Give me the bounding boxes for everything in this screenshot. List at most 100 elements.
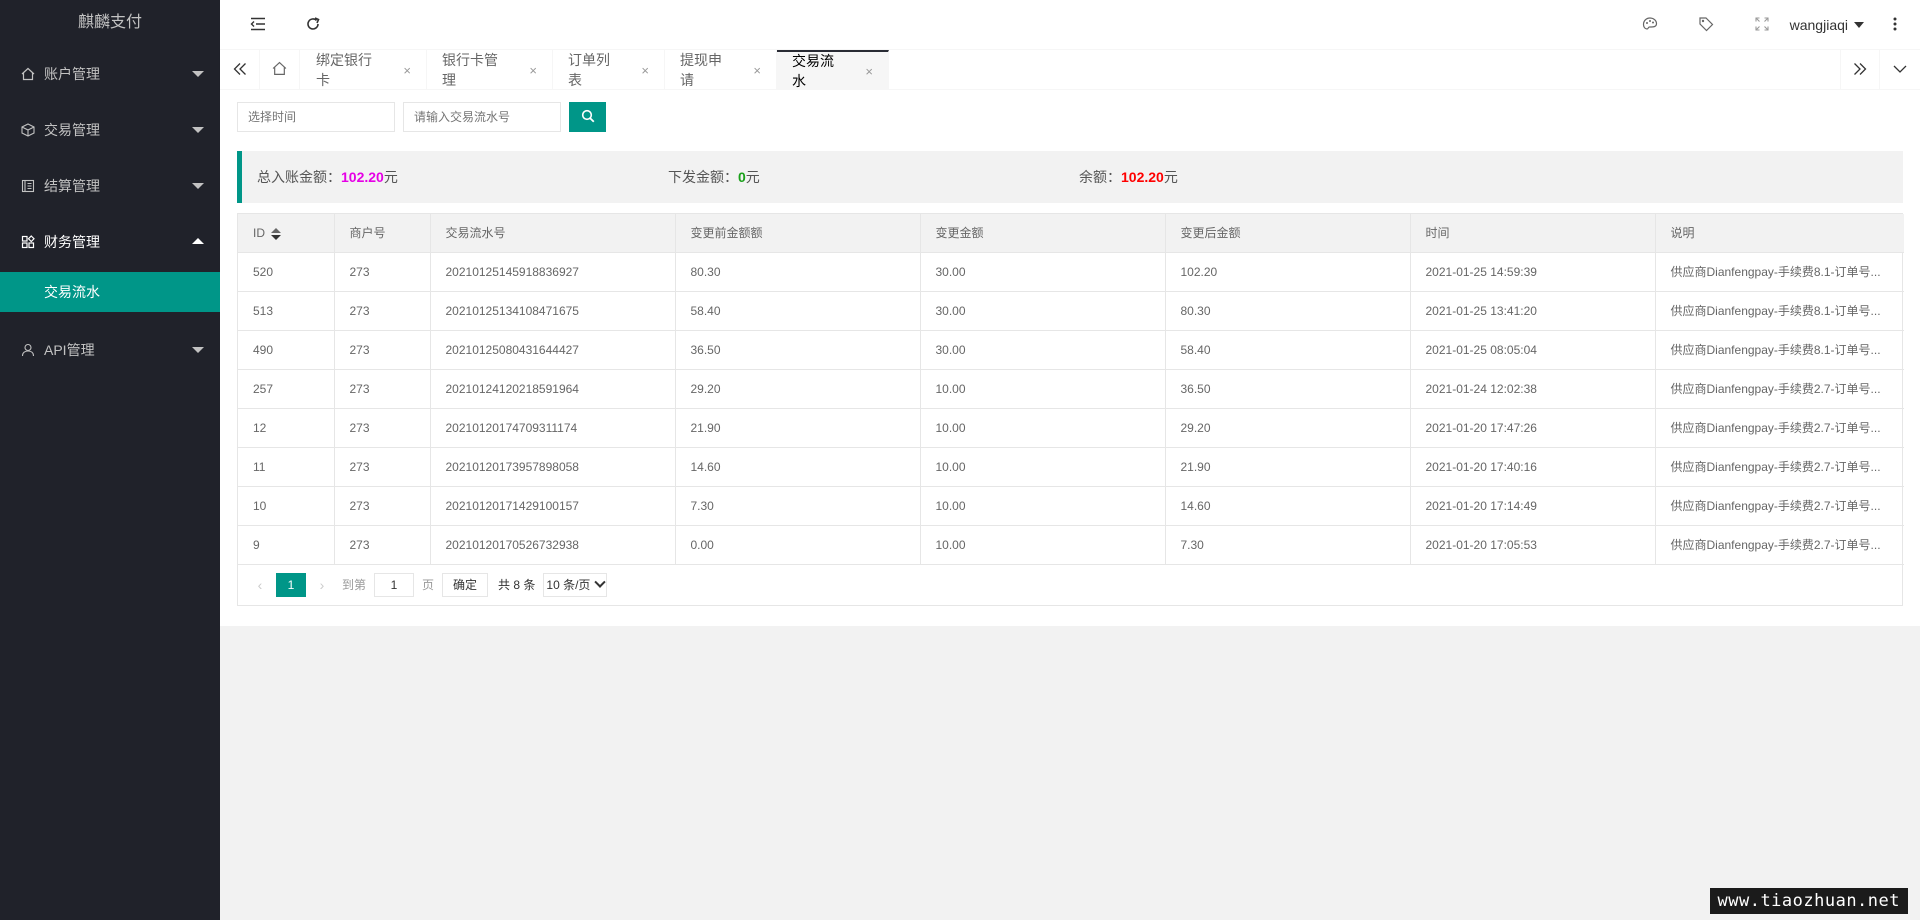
column-header-after-amount: 变更后金额 [1165,214,1411,253]
sidebar-subitem-transaction-flow[interactable]: 交易流水 [0,272,220,312]
sort-icon[interactable] [271,227,281,240]
tab-label: 提现申请 [680,52,722,88]
chevron-down-icon [192,127,204,133]
user-icon [20,342,36,358]
page-size-value: 10 条/页 [546,578,591,592]
cell-before-amount: 36.50 [675,330,921,370]
sidebar-item-api[interactable]: API管理 [0,322,220,378]
tab-withdraw-request[interactable]: 提现申请 × [665,50,777,90]
serial-number-input[interactable] [403,102,561,132]
cell-after-amount: 21.90 [1165,447,1411,487]
tab-bind-bank-card[interactable]: 绑定银行卡 × [301,50,427,90]
user-menu[interactable]: wangjiaqi [1790,0,1864,50]
sidebar-item-settlement[interactable]: 结算管理 [0,158,220,214]
close-icon[interactable]: × [753,63,761,78]
sidebar-item-label: API管理 [44,342,95,358]
chevron-up-icon [192,238,204,244]
tabs-scroll-left-button[interactable] [220,50,260,90]
cell-change-amount: 30.00 [920,252,1166,292]
sidebar-item-account[interactable]: 账户管理 [0,46,220,102]
table-row: 513 273 20210125134108471675 58.40 30.00 80.3… [238,291,1904,331]
cell-after-amount: 14.60 [1165,486,1411,526]
tab-label: 绑定银行卡 [316,52,372,88]
tab-transaction-flow[interactable]: 交易流水 × [777,50,889,90]
apps-icon [20,234,36,250]
transaction-table: ID 商户号 交易流水号 变更前金额额 变更金额 变更后金额 时间 说明 520… [237,213,1904,606]
tab-label: 订单列表 [568,52,610,88]
theme-button[interactable] [1625,0,1675,50]
column-header-description: 说明 [1655,214,1904,253]
sidebar-item-trade[interactable]: 交易管理 [0,102,220,158]
prev-page-icon[interactable]: ‹ [248,573,272,597]
cell-time: 2021-01-20 17:47:26 [1410,408,1656,448]
close-icon[interactable]: × [529,63,537,78]
tabs-scroll-right-button[interactable] [1840,50,1880,90]
page-jump-input[interactable] [374,572,415,597]
tab-home[interactable] [260,50,300,90]
cell-serial: 20210120173957898058 [430,447,676,487]
close-icon[interactable]: × [641,63,649,78]
chevron-down-icon [192,71,204,77]
caret-down-icon [1854,22,1864,28]
cell-description: 供应商Dianfengpay-手续费8.1-订单号... [1655,330,1904,370]
page-number-current[interactable]: 1 [276,572,306,597]
more-button[interactable] [1870,0,1920,50]
ledger-icon [20,178,36,194]
cell-before-amount: 7.30 [675,486,921,526]
tab-bank-card-management[interactable]: 银行卡管理 × [427,50,553,90]
tab-label: 交易流水 [792,53,834,89]
column-header-change-amount: 变更金额 [920,214,1166,253]
table-header-row: ID 商户号 交易流水号 变更前金额额 变更金额 变更后金额 时间 说明 [238,214,1904,253]
cell-time: 2021-01-20 17:40:16 [1410,447,1656,487]
chevron-down-icon [192,183,204,189]
column-header-id[interactable]: ID [238,214,335,253]
fullscreen-button[interactable] [1737,0,1787,50]
cell-description: 供应商Dianfengpay-手续费2.7-订单号... [1655,408,1904,448]
chevron-down-icon [1893,63,1907,77]
cell-time: 2021-01-24 12:02:38 [1410,369,1656,409]
tabs-menu-button[interactable] [1880,50,1920,90]
cell-id: 513 [238,291,335,331]
issued-summary: 下发金额： 0 元 [668,151,760,203]
cell-serial: 20210125080431644427 [430,330,676,370]
cell-before-amount: 21.90 [675,408,921,448]
issued-label: 下发金额： [668,169,738,185]
search-button[interactable] [569,102,606,132]
total-count: 共 8 条 [498,578,536,592]
close-icon[interactable]: × [865,64,873,79]
tag-button[interactable] [1681,0,1731,50]
tab-order-list[interactable]: 订单列表 × [553,50,665,90]
sidebar-item-label: 结算管理 [44,178,100,194]
column-header-serial: 交易流水号 [430,214,676,253]
balance-summary: 总入账金额： 102.20 元 下发金额： 0 元 余额： 102.20 元 [237,151,1903,203]
search-bar [237,102,606,132]
goto-label: 到第 [342,578,367,592]
sidebar-item-finance[interactable]: 财务管理 [0,214,220,270]
time-picker-input[interactable] [237,102,395,132]
table-body: 520 273 20210125145918836927 80.30 30.00 102.… [238,252,1904,565]
cell-id: 9 [238,525,335,565]
toggle-sidebar-button[interactable] [233,0,283,50]
cell-serial: 20210120170526732938 [430,525,676,565]
page-size-select[interactable]: 10 条/页 [543,572,608,597]
column-header-merchant: 商户号 [334,214,431,253]
cell-merchant: 273 [334,369,431,409]
content-panel: 总入账金额： 102.20 元 下发金额： 0 元 余额： 102.20 元 [220,90,1920,626]
total-in-summary: 总入账金额： 102.20 元 [257,151,398,203]
username: wangjiaqi [1789,17,1848,33]
next-page-icon[interactable]: › [310,573,334,597]
search-icon [581,109,595,126]
cell-description: 供应商Dianfengpay-手续费2.7-订单号... [1655,447,1904,487]
close-icon[interactable]: × [403,63,411,78]
currency-unit: 元 [745,169,760,185]
balance-value: 102.20 [1121,169,1164,185]
cell-id: 490 [238,330,335,370]
balance-label: 余额： [1079,169,1121,185]
cell-merchant: 273 [334,252,431,292]
tag-icon [1698,16,1714,35]
cell-merchant: 273 [334,447,431,487]
cell-before-amount: 14.60 [675,447,921,487]
cell-time: 2021-01-25 13:41:20 [1410,291,1656,331]
page-jump-confirm-button[interactable]: 确定 [442,572,489,597]
refresh-button[interactable] [288,0,338,50]
